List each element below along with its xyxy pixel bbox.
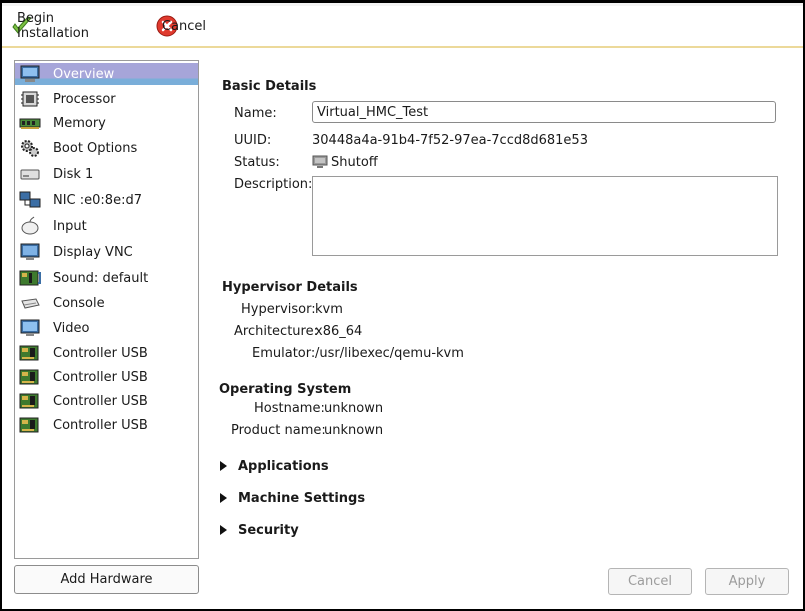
name-label: Name: <box>234 106 277 121</box>
shutoff-status-icon <box>312 155 328 169</box>
sidebar-item-label: Boot Options <box>53 140 138 156</box>
applications-expander[interactable]: Applications <box>220 457 329 475</box>
sidebar-item-label: Controller USB <box>53 417 148 433</box>
description-label: Description: <box>234 177 313 192</box>
uuid-value: 30448a4a-91b4-7f52-97ea-7ccd8d681e53 <box>312 133 588 148</box>
product-name-value: unknown <box>324 423 384 438</box>
sidebar-item-label: Controller USB <box>53 369 148 385</box>
expander-arrow-icon <box>220 493 227 503</box>
basic-details-heading: Basic Details <box>222 79 317 94</box>
hardware-list: Overview Processor Memory Boot Options D… <box>14 60 199 559</box>
sidebar-item-input[interactable]: Input <box>15 215 198 237</box>
emulator-label: Emulator: <box>252 346 316 361</box>
hypervisor-label: Hypervisor: <box>241 302 316 317</box>
sidebar-item-nic[interactable]: NIC :e0:8e:d7 <box>15 189 198 211</box>
display-icon <box>19 242 41 262</box>
controller-card-icon <box>19 415 41 435</box>
monitor-icon <box>19 64 41 84</box>
cancel-button[interactable]: Cancel <box>608 568 692 595</box>
sidebar-item-overview[interactable]: Overview <box>15 63 198 85</box>
status-value: Shutoff <box>331 155 378 170</box>
architecture-value: x86_64 <box>315 324 363 339</box>
begin-installation-label: Begin Installation <box>17 11 90 41</box>
applications-label: Applications <box>238 458 329 474</box>
sidebar-item-label: Sound: default <box>53 270 149 286</box>
vm-details-window: Begin Installation Cancel Overview Proce… <box>2 3 803 609</box>
security-expander[interactable]: Security <box>220 521 299 539</box>
sidebar-item-memory[interactable]: Memory <box>15 112 198 134</box>
description-textarea[interactable] <box>312 176 778 256</box>
sidebar-item-video[interactable]: Video <box>15 317 198 339</box>
sidebar-item-label: Overview <box>53 66 115 82</box>
apply-button[interactable]: Apply <box>705 568 789 595</box>
sidebar-item-label: Controller USB <box>53 345 148 361</box>
begin-installation-button[interactable]: Begin Installation <box>11 11 89 41</box>
hypervisor-value: kvm <box>315 302 343 317</box>
controller-card-icon <box>19 391 41 411</box>
sidebar-item-controller-usb[interactable]: Controller USB <box>15 414 198 436</box>
sidebar-item-controller-usb[interactable]: Controller USB <box>15 390 198 412</box>
hostname-label: Hostname: <box>254 401 325 416</box>
uuid-label: UUID: <box>234 133 272 148</box>
sound-card-icon <box>19 268 41 288</box>
sidebar-item-label: NIC :e0:8e:d7 <box>53 192 142 208</box>
controller-card-icon <box>19 367 41 387</box>
security-label: Security <box>238 522 299 538</box>
sidebar-item-label: Memory <box>53 115 106 131</box>
console-icon <box>19 293 41 313</box>
processor-icon <box>19 89 41 109</box>
mouse-icon <box>19 216 41 236</box>
architecture-label: Architecture: <box>234 324 318 339</box>
sidebar-item-boot-options[interactable]: Boot Options <box>15 137 198 159</box>
sidebar-item-label: Console <box>53 295 105 311</box>
sidebar-item-label: Disk 1 <box>53 166 94 182</box>
sidebar-item-label: Video <box>53 320 90 336</box>
product-name-label: Product name: <box>231 423 326 438</box>
name-input[interactable] <box>312 101 776 123</box>
sidebar-item-controller-usb[interactable]: Controller USB <box>15 342 198 364</box>
toolbar-cancel-button[interactable]: Cancel <box>156 14 206 38</box>
sidebar-item-processor[interactable]: Processor <box>15 88 198 110</box>
video-icon <box>19 318 41 338</box>
sidebar-item-label: Processor <box>53 91 116 107</box>
sidebar-item-label: Display VNC <box>53 244 133 260</box>
sidebar-item-disk-1[interactable]: Disk 1 <box>15 163 198 185</box>
gears-icon <box>19 138 41 158</box>
controller-card-icon <box>19 343 41 363</box>
sidebar-item-sound[interactable]: Sound: default <box>15 267 198 289</box>
hostname-value: unknown <box>324 401 384 416</box>
hypervisor-details-heading: Hypervisor Details <box>222 280 358 295</box>
memory-icon <box>19 113 41 133</box>
expander-arrow-icon <box>220 525 227 535</box>
sidebar-item-controller-usb[interactable]: Controller USB <box>15 366 198 388</box>
add-hardware-button[interactable]: Add Hardware <box>14 565 199 594</box>
sidebar-item-label: Input <box>53 218 87 234</box>
sidebar-item-label: Controller USB <box>53 393 148 409</box>
operating-system-heading: Operating System <box>219 382 352 397</box>
emulator-value: /usr/libexec/qemu-kvm <box>315 346 464 361</box>
sidebar-item-console[interactable]: Console <box>15 292 198 314</box>
expander-arrow-icon <box>220 461 227 471</box>
toolbar: Begin Installation Cancel <box>2 6 803 48</box>
machine-settings-expander[interactable]: Machine Settings <box>220 489 365 507</box>
toolbar-cancel-label: Cancel <box>162 18 207 34</box>
network-icon <box>19 190 41 210</box>
disk-icon <box>19 164 41 184</box>
sidebar-item-display-vnc[interactable]: Display VNC <box>15 241 198 263</box>
status-label: Status: <box>234 155 280 170</box>
machine-settings-label: Machine Settings <box>238 490 366 506</box>
